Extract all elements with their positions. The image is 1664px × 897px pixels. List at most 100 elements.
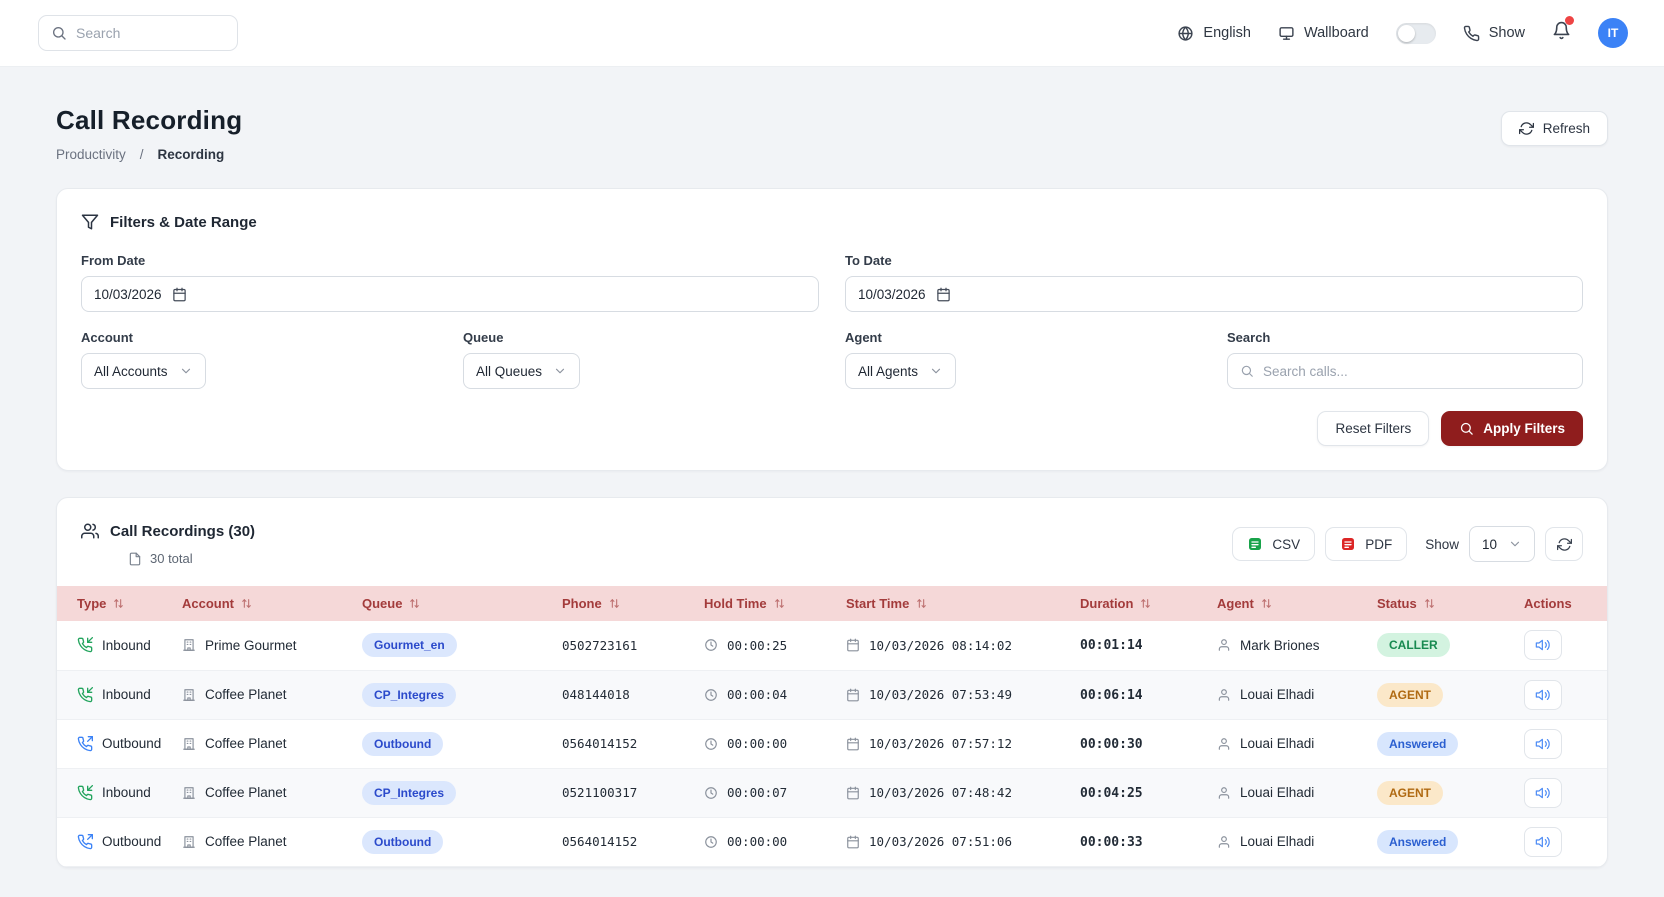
wallboard-label: Wallboard (1304, 25, 1369, 41)
column-header-queue[interactable]: Queue (352, 586, 552, 621)
export-csv-button[interactable]: CSV (1232, 527, 1315, 561)
inbound-call-icon (77, 687, 93, 703)
recording-row: Outbound Coffee Planet Outbound 05640141… (57, 817, 1608, 866)
calendar-icon[interactable] (172, 287, 187, 302)
page-title: Call Recording (56, 105, 242, 136)
from-date-input[interactable]: 10/03/2026 (81, 276, 819, 312)
wallboard-link[interactable]: Wallboard (1278, 25, 1369, 42)
clock-icon (704, 786, 718, 800)
speaker-icon (1535, 736, 1551, 752)
refresh-icon (1557, 537, 1572, 552)
agent-name: Louai Elhadi (1240, 834, 1314, 849)
breadcrumb-parent[interactable]: Productivity (56, 147, 126, 162)
play-recording-button[interactable] (1524, 680, 1562, 710)
calendar-icon (846, 638, 860, 652)
toggle-knob (1398, 25, 1415, 42)
filters-title: Filters & Date Range (110, 214, 257, 231)
call-type: Outbound (102, 834, 161, 849)
agent-name: Mark Briones (1240, 638, 1320, 653)
duration: 00:04:25 (1080, 786, 1143, 801)
agent-name: Louai Elhadi (1240, 687, 1314, 702)
building-icon (182, 737, 196, 751)
hold-time: 00:00:00 (727, 834, 787, 849)
column-header-agent[interactable]: Agent (1207, 586, 1367, 621)
apply-filters-button[interactable]: Apply Filters (1441, 411, 1583, 446)
phone-number: 0521100317 (552, 768, 694, 817)
sort-icon (1260, 597, 1273, 610)
speaker-icon (1535, 687, 1551, 703)
phone-icon (1463, 25, 1480, 42)
calls-search-box[interactable] (1227, 353, 1583, 389)
sort-icon (112, 597, 125, 610)
language-switcher[interactable]: English (1177, 25, 1251, 42)
recordings-table: Type Account Queue Phone Hold Time Start… (57, 586, 1608, 867)
call-type: Inbound (102, 687, 151, 702)
column-header-duration[interactable]: Duration (1070, 586, 1207, 621)
column-header-phone[interactable]: Phone (552, 586, 694, 621)
clock-icon (704, 638, 718, 652)
column-header-account[interactable]: Account (172, 586, 352, 621)
queue-select[interactable]: All Queues (463, 353, 580, 389)
column-header-hold[interactable]: Hold Time (694, 586, 836, 621)
column-header-status[interactable]: Status (1367, 586, 1514, 621)
call-type: Inbound (102, 785, 151, 800)
search-label: Search (1227, 330, 1583, 345)
building-icon (182, 688, 196, 702)
search-icon (1240, 364, 1254, 378)
sort-icon (240, 597, 253, 610)
global-search-input[interactable] (76, 25, 225, 41)
account-name: Coffee Planet (205, 785, 287, 800)
sort-icon (1423, 597, 1436, 610)
chevron-down-icon (929, 364, 943, 378)
inbound-call-icon (77, 785, 93, 801)
speaker-icon (1535, 637, 1551, 653)
calls-search-input[interactable] (1263, 364, 1570, 379)
column-header-type[interactable]: Type (57, 586, 172, 621)
notifications-button[interactable] (1552, 21, 1571, 45)
avatar[interactable]: IT (1598, 18, 1628, 48)
from-date-label: From Date (81, 253, 819, 268)
play-recording-button[interactable] (1524, 778, 1562, 808)
column-header-start[interactable]: Start Time (836, 586, 1070, 621)
hold-time: 00:00:04 (727, 687, 787, 702)
building-icon (182, 786, 196, 800)
play-recording-button[interactable] (1524, 827, 1562, 857)
play-recording-button[interactable] (1524, 729, 1562, 759)
person-icon (1217, 786, 1231, 800)
breadcrumb-separator: / (140, 147, 144, 162)
person-icon (1217, 638, 1231, 652)
clock-icon (704, 835, 718, 849)
reload-table-button[interactable] (1545, 527, 1583, 561)
language-label: English (1203, 25, 1251, 41)
reset-filters-button[interactable]: Reset Filters (1317, 411, 1429, 446)
show-label: Show (1489, 25, 1525, 41)
phone-number: 048144018 (552, 670, 694, 719)
account-name: Coffee Planet (205, 736, 287, 751)
recordings-card: Call Recordings (30) 30 total CSV PDF Sh… (56, 497, 1608, 868)
agent-select[interactable]: All Agents (845, 353, 956, 389)
notification-dot (1565, 16, 1574, 25)
page-size-select[interactable]: 10 (1469, 526, 1535, 562)
calendar-icon (846, 688, 860, 702)
agent-label: Agent (845, 330, 1201, 345)
duration: 00:01:14 (1080, 638, 1143, 653)
play-recording-button[interactable] (1524, 630, 1562, 660)
globe-icon (1177, 25, 1194, 42)
theme-toggle[interactable] (1396, 23, 1436, 44)
global-search[interactable] (38, 15, 238, 51)
status-badge: AGENT (1377, 683, 1443, 707)
refresh-button[interactable]: Refresh (1501, 111, 1608, 146)
queue-badge: Gourmet_en (362, 633, 457, 657)
calendar-icon[interactable] (936, 287, 951, 302)
duration: 00:06:14 (1080, 688, 1143, 703)
duration: 00:00:33 (1080, 835, 1143, 850)
show-phone-button[interactable]: Show (1463, 25, 1525, 42)
table-header-row: Type Account Queue Phone Hold Time Start… (57, 586, 1608, 621)
chevron-down-icon (553, 364, 567, 378)
duration: 00:00:30 (1080, 737, 1143, 752)
export-pdf-button[interactable]: PDF (1325, 527, 1407, 561)
start-time: 10/03/2026 07:57:12 (869, 736, 1012, 751)
account-select[interactable]: All Accounts (81, 353, 206, 389)
to-date-input[interactable]: 10/03/2026 (845, 276, 1583, 312)
monitor-icon (1278, 25, 1295, 42)
